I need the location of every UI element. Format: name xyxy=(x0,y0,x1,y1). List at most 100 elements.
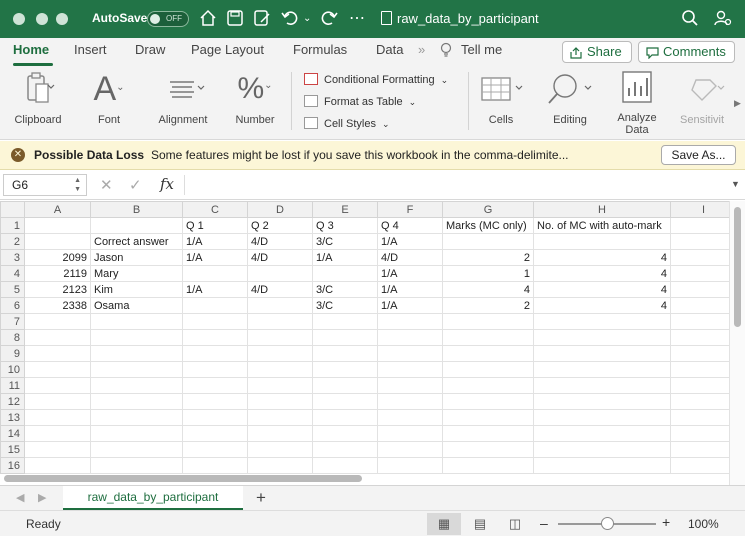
cell-f13[interactable] xyxy=(377,409,443,426)
cell-h4[interactable]: 4 xyxy=(533,265,671,282)
cell-g5[interactable]: 4 xyxy=(442,281,534,298)
cell-f3[interactable]: 4/D xyxy=(377,249,443,266)
cell-g10[interactable] xyxy=(442,361,534,378)
font-group[interactable]: A⌄ Font xyxy=(82,70,136,126)
cell-i11[interactable] xyxy=(670,377,737,394)
cell-a5[interactable]: 2123 xyxy=(24,281,91,298)
row-header[interactable]: 15 xyxy=(0,441,25,458)
select-all-corner[interactable] xyxy=(0,201,25,218)
cell-b14[interactable] xyxy=(90,425,183,442)
cell-c15[interactable] xyxy=(182,441,248,458)
column-header-f[interactable]: F xyxy=(377,201,443,218)
cell-g1[interactable]: Marks (MC only) xyxy=(442,217,534,234)
cell-i9[interactable] xyxy=(670,345,737,362)
column-header-c[interactable]: C xyxy=(182,201,248,218)
cell-h14[interactable] xyxy=(533,425,671,442)
cell-b7[interactable] xyxy=(90,313,183,330)
cell-g8[interactable] xyxy=(442,329,534,346)
tab-data[interactable]: Data xyxy=(376,42,403,57)
share-button[interactable]: Share xyxy=(562,41,632,63)
cell-a16[interactable] xyxy=(24,457,91,474)
cell-a13[interactable] xyxy=(24,409,91,426)
cell-e10[interactable] xyxy=(312,361,378,378)
cell-h12[interactable] xyxy=(533,393,671,410)
cell-b16[interactable] xyxy=(90,457,183,474)
cell-h10[interactable] xyxy=(533,361,671,378)
cell-h5[interactable]: 4 xyxy=(533,281,671,298)
cell-f8[interactable] xyxy=(377,329,443,346)
cell-a7[interactable] xyxy=(24,313,91,330)
cell-i2[interactable] xyxy=(670,233,737,250)
cell-styles-button[interactable]: Cell Styles ⌄ xyxy=(304,117,390,130)
cell-g2[interactable] xyxy=(442,233,534,250)
cell-e15[interactable] xyxy=(312,441,378,458)
row-header[interactable]: 4 xyxy=(0,265,25,282)
normal-view-icon[interactable]: ▦ xyxy=(427,513,461,535)
cell-c12[interactable] xyxy=(182,393,248,410)
cell-c7[interactable] xyxy=(182,313,248,330)
cell-f12[interactable] xyxy=(377,393,443,410)
cell-f9[interactable] xyxy=(377,345,443,362)
cell-f4[interactable]: 1/A xyxy=(377,265,443,282)
cell-h11[interactable] xyxy=(533,377,671,394)
page-break-view-icon[interactable]: ◫ xyxy=(498,513,532,535)
cell-g14[interactable] xyxy=(442,425,534,442)
cell-h8[interactable] xyxy=(533,329,671,346)
cell-d2[interactable]: 4/D xyxy=(247,233,313,250)
row-header[interactable]: 12 xyxy=(0,393,25,410)
cell-d8[interactable] xyxy=(247,329,313,346)
row-header[interactable]: 3 xyxy=(0,249,25,266)
cell-d5[interactable]: 4/D xyxy=(247,281,313,298)
cells-group[interactable]: Cells xyxy=(476,70,526,126)
cell-c1[interactable]: Q 1 xyxy=(182,217,248,234)
column-header-i[interactable]: I xyxy=(670,201,737,218)
account-icon[interactable] xyxy=(714,9,732,33)
cell-e7[interactable] xyxy=(312,313,378,330)
cell-b4[interactable]: Mary xyxy=(90,265,183,282)
undo-icon[interactable] xyxy=(281,9,299,33)
save-as-button[interactable]: Save As... xyxy=(661,145,736,165)
row-header[interactable]: 11 xyxy=(0,377,25,394)
cell-b11[interactable] xyxy=(90,377,183,394)
cell-f6[interactable]: 1/A xyxy=(377,297,443,314)
row-header[interactable]: 7 xyxy=(0,313,25,330)
save-icon[interactable] xyxy=(226,9,244,33)
sensitivity-group[interactable]: Sensitivit xyxy=(680,70,732,126)
column-header-e[interactable]: E xyxy=(312,201,378,218)
cell-a15[interactable] xyxy=(24,441,91,458)
cell-e12[interactable] xyxy=(312,393,378,410)
cell-g3[interactable]: 2 xyxy=(442,249,534,266)
cell-c14[interactable] xyxy=(182,425,248,442)
cell-g11[interactable] xyxy=(442,377,534,394)
cell-f14[interactable] xyxy=(377,425,443,442)
row-header[interactable]: 1 xyxy=(0,217,25,234)
worksheet-table[interactable]: ABCDEFGHI 1 Q 1Q 2Q 3Q 4 Marks (MC only) No… xyxy=(0,201,737,474)
cell-g15[interactable] xyxy=(442,441,534,458)
cell-i12[interactable] xyxy=(670,393,737,410)
cell-e2[interactable]: 3/C xyxy=(312,233,378,250)
undo-dropdown-icon[interactable]: ⌄ xyxy=(303,9,311,29)
column-header-a[interactable]: A xyxy=(24,201,91,218)
cell-i1[interactable] xyxy=(670,217,737,234)
cell-f11[interactable] xyxy=(377,377,443,394)
cell-a3[interactable]: 2099 xyxy=(24,249,91,266)
cell-d15[interactable] xyxy=(247,441,313,458)
cell-b3[interactable]: Jason xyxy=(90,249,183,266)
cell-h2[interactable] xyxy=(533,233,671,250)
cell-a12[interactable] xyxy=(24,393,91,410)
cell-i14[interactable] xyxy=(670,425,737,442)
cell-c10[interactable] xyxy=(182,361,248,378)
horizontal-scroll-thumb[interactable] xyxy=(4,475,362,482)
cell-h9[interactable] xyxy=(533,345,671,362)
number-group[interactable]: %⌄ Number xyxy=(229,70,281,126)
cell-e8[interactable] xyxy=(312,329,378,346)
cell-h15[interactable] xyxy=(533,441,671,458)
cell-h3[interactable]: 4 xyxy=(533,249,671,266)
row-header[interactable]: 9 xyxy=(0,345,25,362)
cell-i15[interactable] xyxy=(670,441,737,458)
cell-b10[interactable] xyxy=(90,361,183,378)
zoom-window-button[interactable] xyxy=(56,13,68,25)
cell-i4[interactable] xyxy=(670,265,737,282)
cell-b5[interactable]: Kim xyxy=(90,281,183,298)
row-header[interactable]: 5 xyxy=(0,281,25,298)
